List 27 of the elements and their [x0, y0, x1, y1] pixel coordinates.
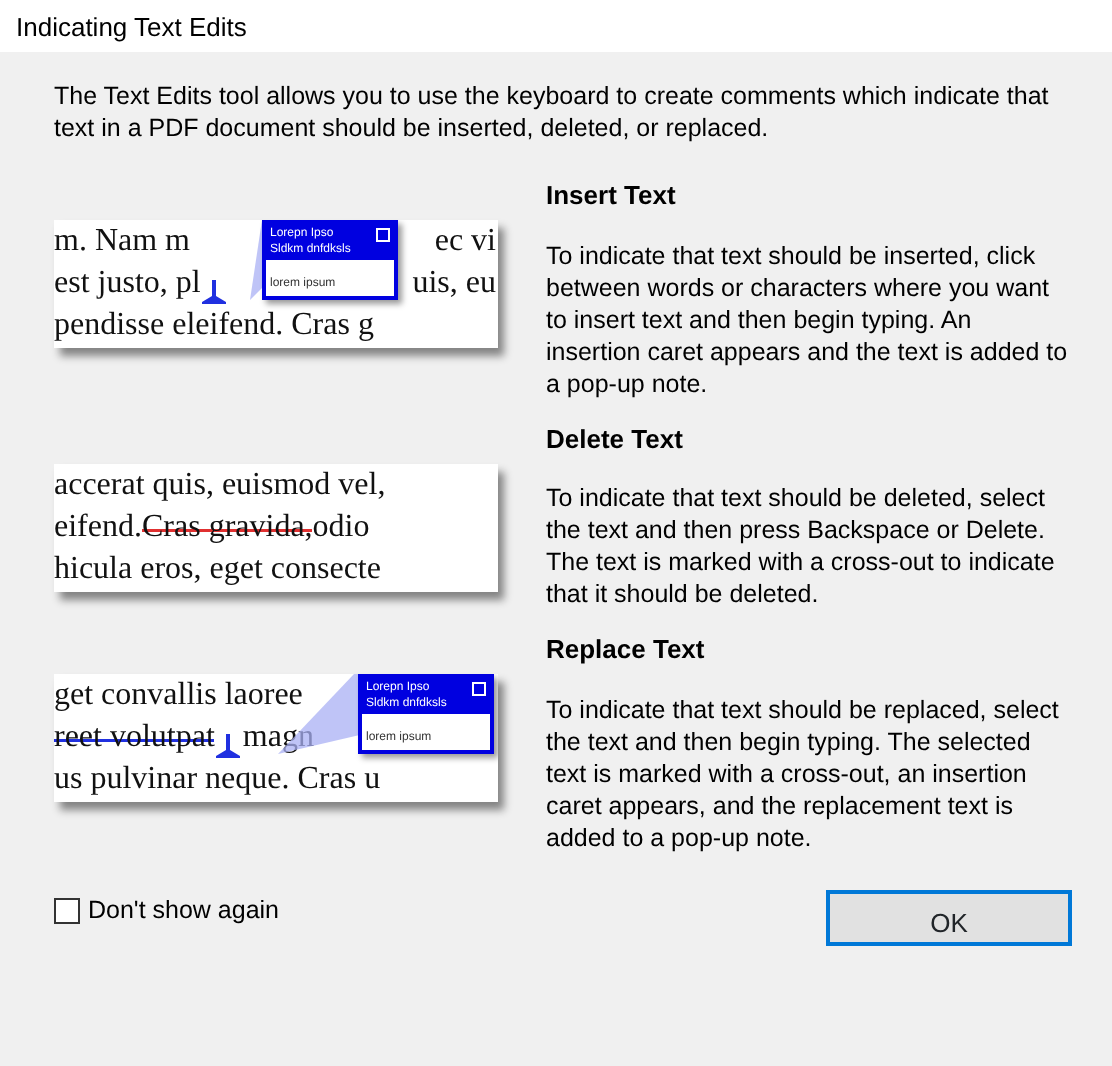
document-text: magn	[242, 718, 314, 758]
document-text: get convallis laoree	[54, 676, 303, 716]
section-text: To indicate that text should be inserted, click between words or characters where you want to insert text and then begin typing. An insertion caret appears and the text is added to a pop-up note.	[546, 239, 1070, 399]
document-text: eifend.	[54, 507, 142, 547]
checkbox[interactable]	[54, 897, 80, 924]
close-icon	[472, 682, 486, 696]
document-text: uis, eu	[412, 264, 496, 304]
document-text: accerat quis, euismod vel,	[54, 465, 386, 505]
document-text: ec vi	[434, 222, 496, 262]
close-icon	[376, 228, 390, 242]
intro-text: The Text Edits tool allows you to use the keyboard to create comments which indicate that text in a PDF document should be inserted, deleted, or replaced.	[54, 80, 1051, 144]
section-text: To indicate that text should be replaced, select the text and then begin typing. The selected text is marked with a cross-out, an insertion caret appears, and the replacement text is added to a pop-up note.	[546, 693, 1061, 853]
document-text: hicula eros, eget consecte	[54, 549, 381, 589]
section-heading: Delete Text	[546, 421, 685, 457]
section-heading: Replace Text	[546, 632, 707, 668]
document-text: pendisse eleifend. Cras g	[54, 306, 374, 346]
caret-icon	[216, 734, 241, 758]
section-heading: Insert Text	[546, 178, 678, 214]
ok-button[interactable]: OK	[826, 889, 1072, 945]
document-text: us pulvinar neque. Cras u	[54, 760, 381, 800]
document-text: odio	[312, 507, 370, 547]
caret-icon	[202, 280, 227, 304]
checkbox-label[interactable]: Don't show again	[88, 891, 280, 929]
document-text: m. Nam m	[54, 222, 190, 262]
window-title: Indicating Text Edits	[16, 12, 247, 42]
section-text: To indicate that text should be deleted, select the text and then press Backspace or Delete. The text is marked with a cross-out to indicate that it should be deleted.	[546, 482, 1057, 610]
document-text: est justo, pl	[54, 264, 201, 304]
